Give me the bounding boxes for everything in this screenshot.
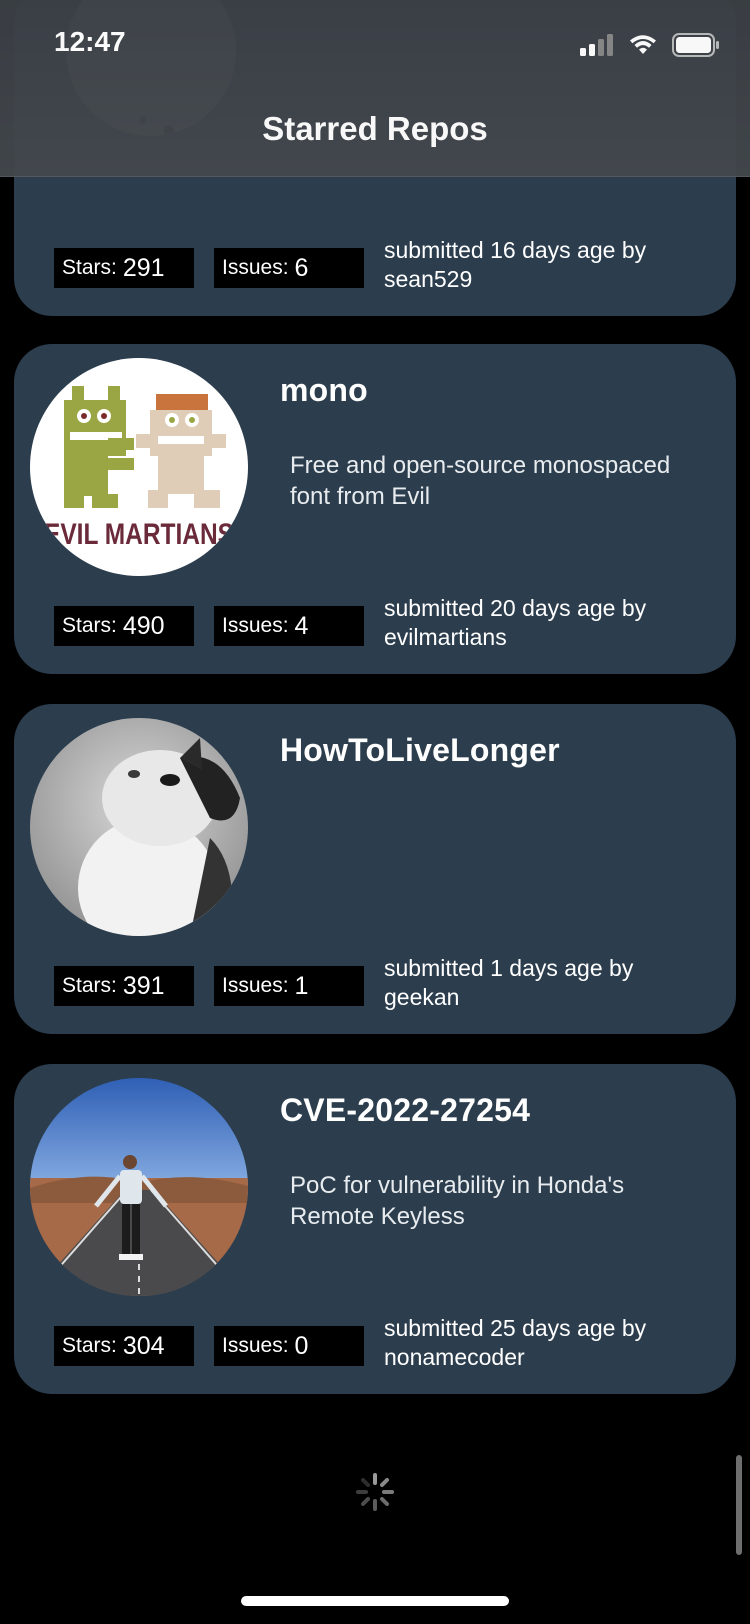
stars-badge: Stars: 391 [54, 966, 194, 1006]
issues-count: 0 [294, 1331, 309, 1360]
issues-label: Issues: [222, 256, 289, 279]
loading-spinner-icon [356, 1473, 394, 1511]
scrollbar[interactable] [736, 1455, 742, 1555]
navigation-bar: 12:47 Starred Repos [0, 0, 750, 177]
home-indicator[interactable] [241, 1596, 509, 1606]
repo-card[interactable]: CVE-2022-27254 PoC for vulnerability in … [14, 1064, 736, 1394]
issues-badge: Issues: 1 [214, 966, 364, 1006]
repo-name: CVE-2022-27254 [280, 1092, 531, 1128]
repo-description: Free and open-source monospaced font fro… [290, 452, 671, 510]
repo-name: mono [280, 372, 368, 408]
stars-count: 490 [122, 611, 165, 640]
road-photo [30, 1078, 248, 1296]
repo-card[interactable]: HowToLiveLonger Stars: 391 Issues: 1 sub… [14, 704, 736, 1034]
stars-count: 291 [122, 253, 165, 282]
page-title: Starred Repos [262, 110, 488, 147]
issues-count: 1 [294, 971, 309, 1000]
stars-label: Stars: [62, 974, 117, 997]
stars-count: 391 [122, 971, 165, 1000]
stars-label: Stars: [62, 614, 117, 637]
submitted-text: submitted 16 days age by sean529 [384, 237, 647, 292]
stars-label: Stars: [62, 256, 117, 279]
logo-text: EVIL MARTIANS [44, 518, 234, 551]
wifi-icon [630, 35, 656, 54]
submitted-text: submitted 25 days age by nonamecoder [384, 1315, 647, 1370]
screen: Stars: 291 Issues: 6 submitted 16 days a… [0, 0, 750, 1624]
issues-badge: Issues: 0 [214, 1326, 364, 1366]
cellular-signal-icon [580, 34, 613, 56]
issues-label: Issues: [222, 614, 289, 637]
battery-icon [672, 33, 719, 57]
evil-martians-logo: EVIL MARTIANS [30, 358, 248, 576]
stars-badge: Stars: 291 [54, 248, 194, 288]
repo-list[interactable]: Stars: 291 Issues: 6 submitted 16 days a… [0, 0, 750, 1624]
stars-label: Stars: [62, 1334, 117, 1357]
issues-label: Issues: [222, 1334, 289, 1357]
issues-count: 6 [294, 253, 309, 282]
stars-count: 304 [122, 1331, 165, 1360]
stars-badge: Stars: 304 [54, 1326, 194, 1366]
repo-card[interactable]: EVIL MARTIANS mono Free and open-source … [14, 344, 736, 674]
repo-name: HowToLiveLonger [280, 732, 560, 768]
stars-badge: Stars: 490 [54, 606, 194, 646]
issues-badge: Issues: 4 [214, 606, 364, 646]
repo-avatar [30, 718, 248, 936]
repo-description: PoC for vulnerability in Honda's Remote … [290, 1172, 625, 1230]
repo-avatar [30, 1078, 248, 1296]
repo-avatar: EVIL MARTIANS [30, 358, 248, 576]
issues-badge: Issues: 6 [214, 248, 364, 288]
submitted-text: submitted 1 days age by geekan [384, 955, 634, 1010]
status-icons [580, 33, 720, 57]
issues-label: Issues: [222, 974, 289, 997]
status-time: 12:47 [54, 26, 126, 57]
submitted-text: submitted 20 days age by evilmartians [384, 595, 647, 650]
issues-count: 4 [294, 611, 309, 640]
cat-photo [30, 718, 248, 936]
